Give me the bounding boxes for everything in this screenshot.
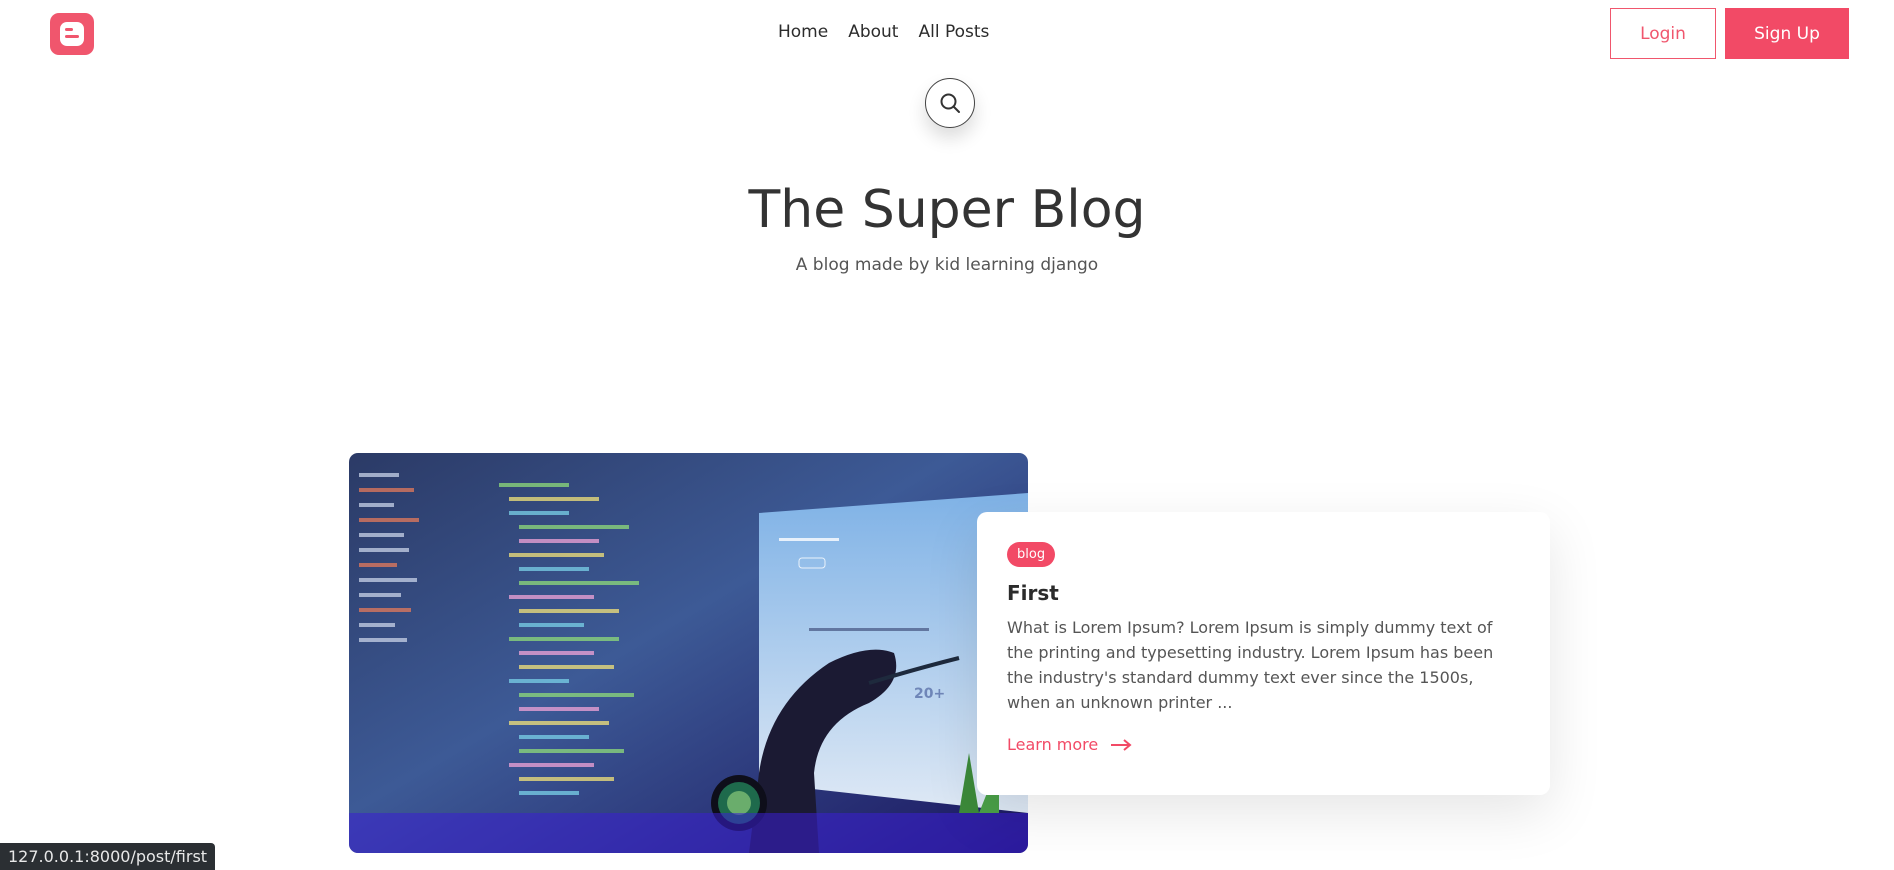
post-title[interactable]: First (1007, 581, 1520, 605)
browser-status-url: 127.0.0.1:8000/post/first (0, 843, 216, 870)
svg-text:20+: 20+ (914, 686, 945, 702)
learn-more-label: Learn more (1007, 735, 1099, 754)
post-card: blog First What is Lorem Ipsum? Lorem Ip… (977, 512, 1550, 795)
login-button[interactable]: Login (1610, 8, 1716, 59)
arrow-right-icon (1111, 738, 1132, 751)
site-header: Home About All Posts Login Sign Up (0, 0, 1894, 68)
post-image[interactable]: 20+ (349, 453, 1028, 853)
post-excerpt: What is Lorem Ipsum? Lorem Ipsum is simp… (1007, 618, 1494, 712)
page-subtitle: A blog made by kid learning django (795, 255, 1099, 275)
search-button[interactable] (925, 78, 975, 128)
nav-home-link[interactable]: Home (778, 22, 828, 42)
category-tag[interactable]: blog (1007, 542, 1056, 567)
blogger-logo-icon[interactable] (50, 13, 94, 55)
nav-about-link[interactable]: About (848, 22, 898, 42)
search-icon (940, 93, 960, 113)
sign-up-button[interactable]: Sign Up (1725, 8, 1849, 59)
main-nav: Home About All Posts (778, 22, 989, 42)
learn-more-link[interactable]: Learn more (1007, 735, 1132, 754)
page-title: The Super Blog (748, 180, 1146, 240)
nav-all-posts-link[interactable]: All Posts (918, 22, 989, 42)
